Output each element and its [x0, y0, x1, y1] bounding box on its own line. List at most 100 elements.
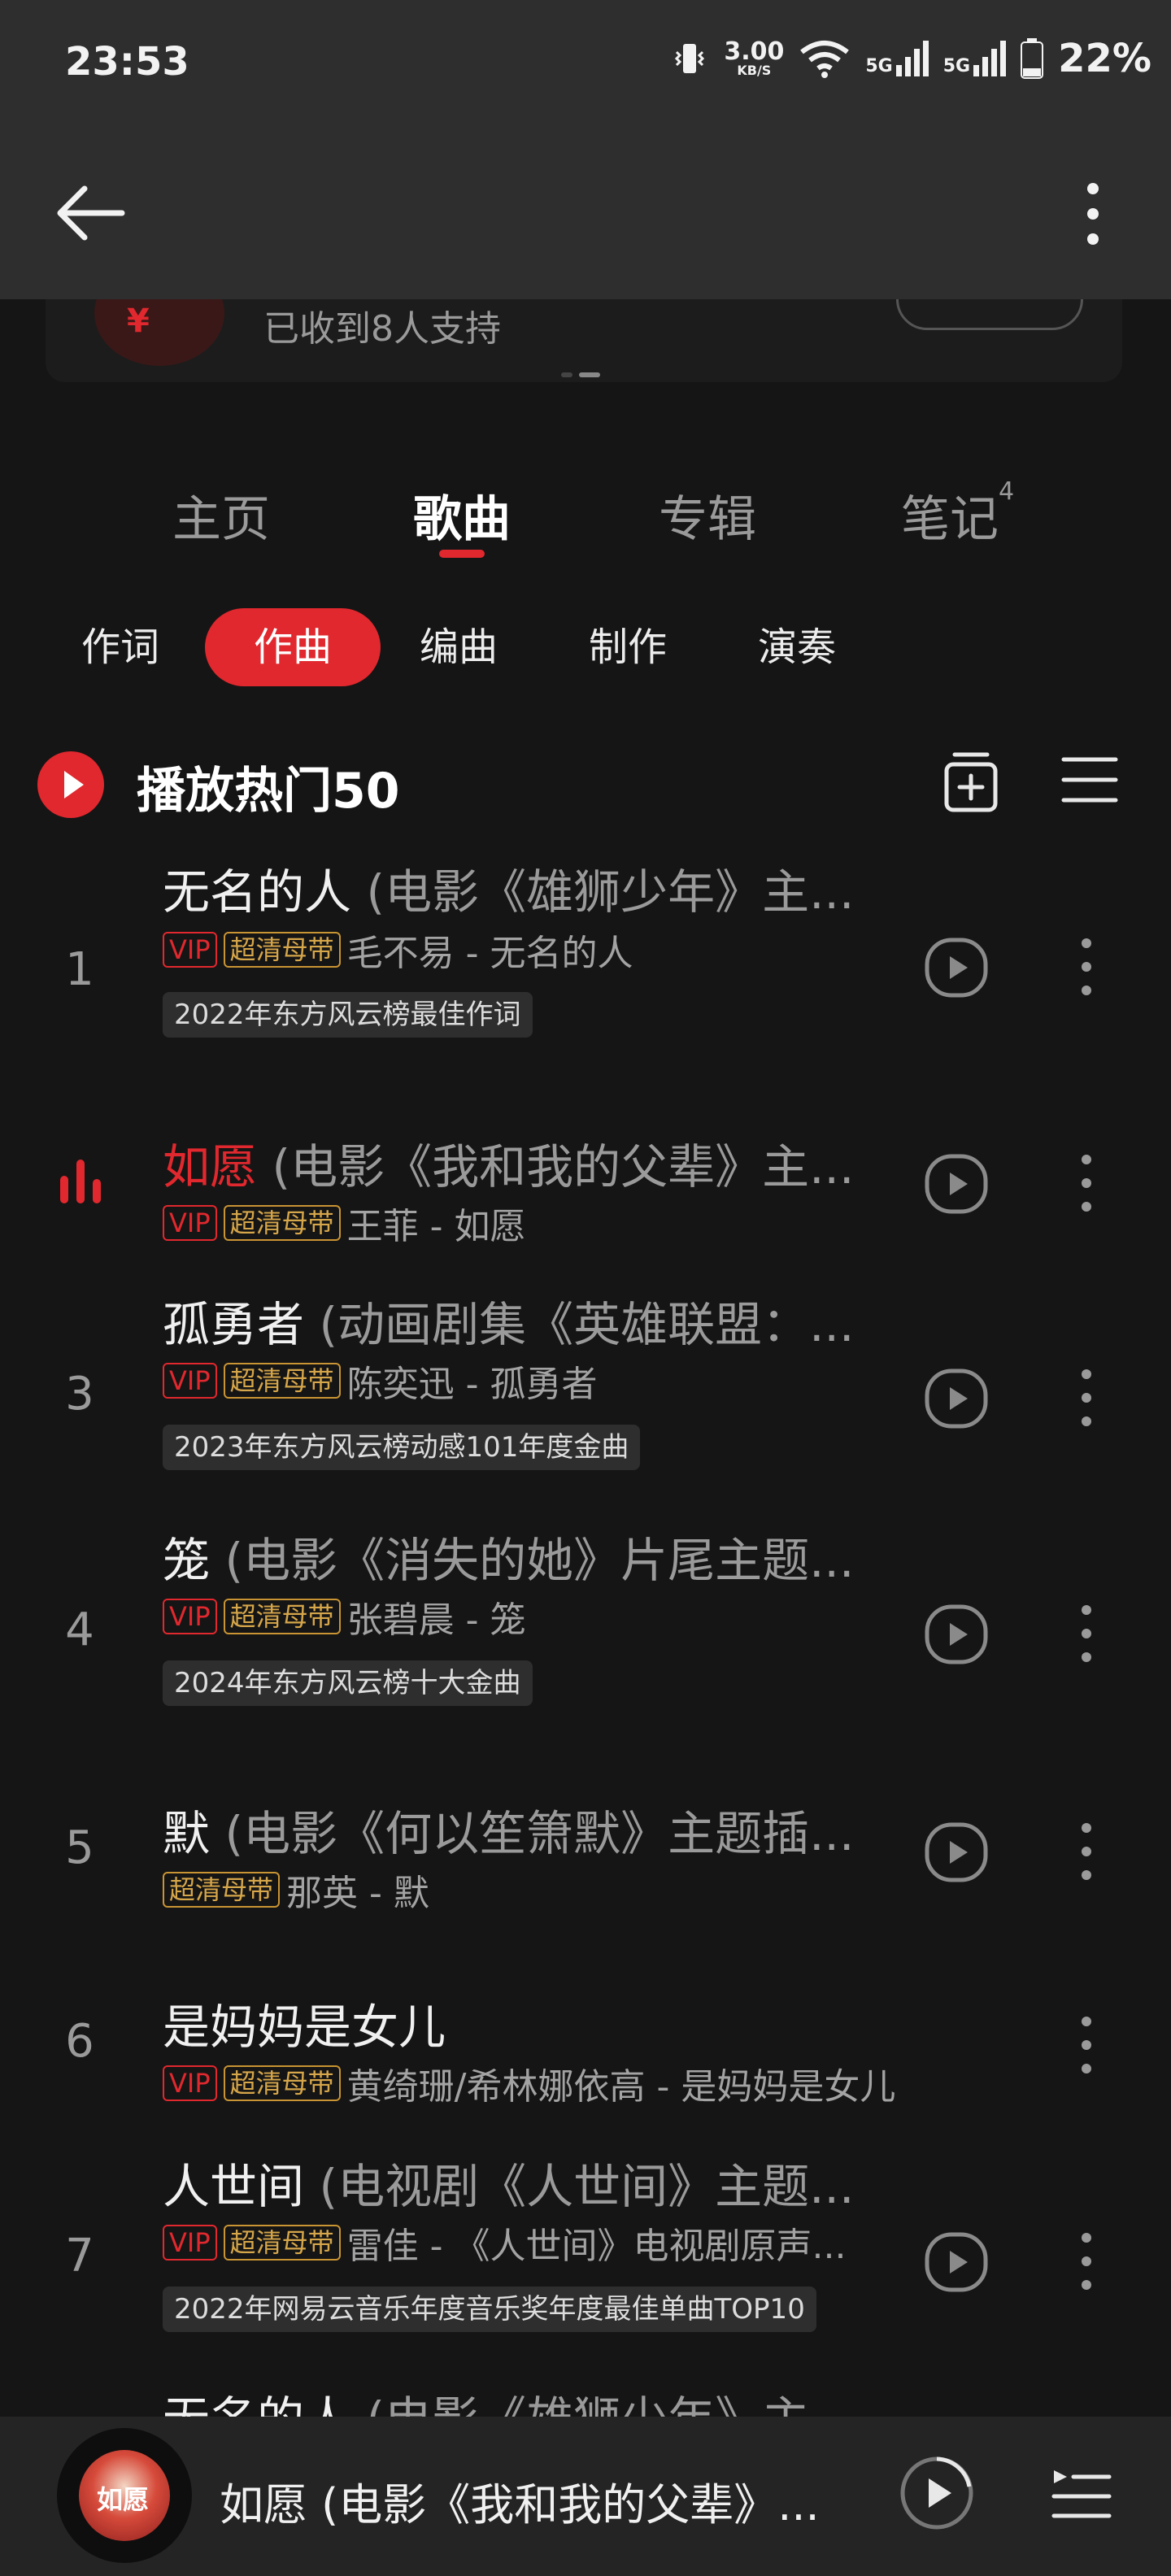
song-row[interactable]: 1 无名的人 (电影《雄狮少年》主... VIP 超清母带 毛不易 - 无名的人…: [0, 846, 1171, 1057]
song-title: 如愿 (电影《我和我的父辈》主...: [163, 1139, 855, 1194]
vip-badge: VIP: [163, 1205, 217, 1241]
song-artist: 王菲 - 如愿: [346, 1206, 526, 1247]
network-speed: 3.00 KB/S: [724, 37, 785, 78]
song-meta: VIP 超清母带 王菲 - 如愿: [163, 1197, 895, 1249]
song-meta: VIP 超清母带 黄绮珊/希林娜依高 - 是妈妈是女儿: [163, 2057, 895, 2109]
filter-arrange[interactable]: 编曲: [420, 608, 498, 686]
song-row-playing[interactable]: 如愿 (电影《我和我的父辈》主... VIP 超清母带 王菲 - 如愿: [0, 1119, 1171, 1265]
list-menu-button[interactable]: [1057, 751, 1122, 808]
play-video-button[interactable]: [924, 1151, 989, 1216]
hamburger-icon: [1061, 757, 1118, 803]
play-video-button[interactable]: [924, 1602, 989, 1667]
play-pause-button[interactable]: [898, 2454, 976, 2532]
more-options-button[interactable]: [1060, 177, 1125, 250]
song-menu-button[interactable]: [1070, 1597, 1103, 1670]
play-video-button[interactable]: [924, 1820, 989, 1885]
play-video-button[interactable]: [924, 935, 989, 1000]
more-vertical-icon: [1082, 1605, 1091, 1662]
signal-icon: [973, 41, 1007, 76]
more-vertical-icon: [1082, 1823, 1091, 1880]
song-meta: VIP 超清母带 毛不易 - 无名的人: [163, 924, 895, 976]
song-artist: 张碧晨 - 笼: [346, 1599, 526, 1641]
tab-songs[interactable]: 歌曲: [413, 480, 511, 550]
vip-badge: VIP: [163, 2065, 217, 2101]
more-vertical-icon: [1082, 1369, 1091, 1426]
signal-1: 5G: [865, 41, 929, 76]
tab-albums[interactable]: 专辑: [659, 480, 756, 550]
song-meta: VIP 超清母带 张碧晨 - 笼: [163, 1590, 895, 1643]
song-artist: 雷佳 - 《人世间》电视剧原声...: [346, 2226, 847, 2267]
hq-badge: 超清母带: [223, 1599, 341, 1634]
song-menu-button[interactable]: [1070, 930, 1103, 1003]
song-menu-button[interactable]: [1070, 2008, 1103, 2082]
song-row[interactable]: 4 笼 (电影《消失的她》片尾主题... VIP 超清母带 张碧晨 - 笼 20…: [0, 1514, 1171, 1725]
artist-tabs: 主页 歌曲 专辑 笔记4: [0, 472, 1171, 569]
video-play-icon: [925, 1604, 988, 1664]
back-button[interactable]: [52, 181, 130, 246]
song-meta: VIP 超清母带 陈奕迅 - 孤勇者: [163, 1355, 895, 1407]
wifi-icon: [800, 41, 850, 78]
play-video-button[interactable]: [924, 1366, 989, 1431]
song-title: 笼 (电影《消失的她》片尾主题...: [163, 1533, 855, 1588]
vip-badge: VIP: [163, 932, 217, 968]
vip-badge: VIP: [163, 2225, 217, 2261]
hq-badge: 超清母带: [223, 2065, 341, 2101]
song-menu-button[interactable]: [1070, 1361, 1103, 1434]
more-vertical-icon: [1082, 1155, 1091, 1212]
signal-icon: [895, 41, 929, 76]
play-icon: [900, 2456, 973, 2530]
award-tag: 2022年网易云音乐年度音乐奖年度最佳单曲TOP10: [163, 2287, 816, 2332]
song-title: 无名的人 (电影《雄狮少年》主...: [163, 864, 855, 920]
filter-lyrics[interactable]: 作词: [81, 608, 159, 686]
song-number: 4: [65, 1603, 94, 1656]
vibrate-icon: [675, 44, 705, 73]
more-vertical-icon: [1082, 2017, 1091, 2073]
play-all-title[interactable]: 播放热门50: [137, 751, 400, 822]
now-playing-title[interactable]: 如愿 (电影《我和我的父辈》...: [220, 2469, 838, 2533]
album-disc[interactable]: 如愿: [57, 2428, 192, 2563]
song-meta: VIP 超清母带 雷佳 - 《人世间》电视剧原声...: [163, 2217, 895, 2269]
hq-badge: 超清母带: [223, 1363, 341, 1399]
add-to-playlist-button[interactable]: [940, 745, 1005, 818]
hq-badge: 超清母带: [223, 932, 341, 968]
top-bar: 23:53 3.00 KB/S 5G 5G 22%: [0, 0, 1171, 299]
more-vertical-icon: [1082, 938, 1091, 995]
song-artist: 那英 - 默: [286, 1873, 429, 1914]
pager-dots: [561, 372, 600, 377]
video-play-icon: [925, 1822, 988, 1882]
song-meta: 超清母带 那英 - 默: [163, 1864, 895, 1916]
play-all-icon[interactable]: [37, 751, 104, 818]
tab-home[interactable]: 主页: [172, 480, 270, 550]
playlist-icon: [1051, 2470, 1112, 2518]
award-tag: 2024年东方风云榜十大金曲: [163, 1660, 533, 1706]
play-queue-button[interactable]: [1049, 2465, 1114, 2522]
filter-perform[interactable]: 演奏: [758, 608, 836, 686]
song-row[interactable]: 7 人世间 (电视剧《人世间》主题... VIP 超清母带 雷佳 - 《人世间》…: [0, 2140, 1171, 2352]
song-menu-button[interactable]: [1070, 2225, 1103, 2298]
video-play-icon: [925, 1368, 988, 1429]
filter-compose[interactable]: 作曲: [205, 608, 381, 686]
award-tag: 2023年东方风云榜动感101年度金曲: [163, 1425, 641, 1470]
hq-badge: 超清母带: [223, 2225, 341, 2261]
back-arrow-icon: [57, 185, 125, 241]
song-number: 3: [65, 1368, 94, 1421]
song-artist: 陈奕迅 - 孤勇者: [346, 1364, 598, 1405]
battery-icon: [1021, 38, 1044, 79]
more-vertical-icon: [1082, 2233, 1091, 2290]
award-tag: 2022年东方风云榜最佳作词: [163, 992, 533, 1038]
song-title: 是妈妈是女儿: [163, 1999, 446, 2055]
song-title: 孤勇者 (动画剧集《英雄联盟：...: [163, 1297, 855, 1352]
video-play-icon: [925, 1154, 988, 1214]
song-menu-button[interactable]: [1070, 1815, 1103, 1888]
play-video-button[interactable]: [924, 2230, 989, 2295]
song-menu-button[interactable]: [1070, 1147, 1103, 1220]
song-row[interactable]: 6 是妈妈是女儿 VIP 超清母带 黄绮珊/希林娜依高 - 是妈妈是女儿: [0, 1981, 1171, 2127]
song-row[interactable]: 5 默 (电影《何以笙箫默》主题插... 超清母带 那英 - 默: [0, 1787, 1171, 1934]
mini-player[interactable]: 如愿 如愿 (电影《我和我的父辈》...: [0, 2417, 1171, 2576]
filter-produce[interactable]: 制作: [589, 608, 667, 686]
tab-notes[interactable]: 笔记4: [901, 477, 1015, 550]
song-row[interactable]: 3 孤勇者 (动画剧集《英雄联盟：... VIP 超清母带 陈奕迅 - 孤勇者 …: [0, 1278, 1171, 1490]
battery-level: 22%: [1058, 36, 1151, 81]
notes-count: 4: [999, 477, 1015, 506]
song-number: 6: [65, 2015, 94, 2068]
